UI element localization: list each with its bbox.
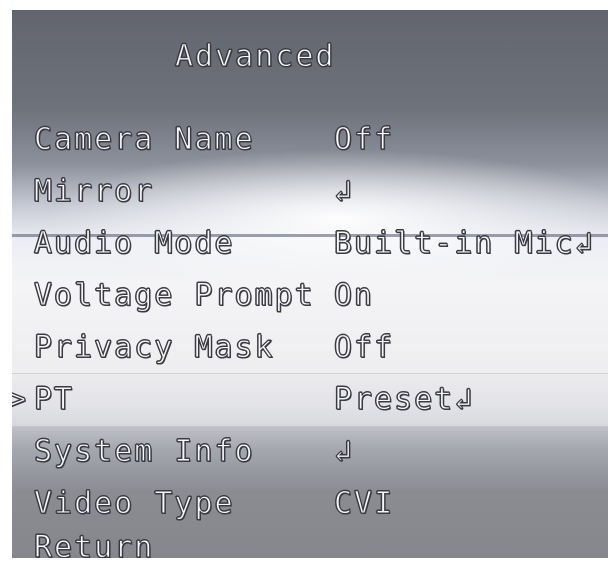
menu-title: Advanced [175, 39, 336, 75]
menu-item-audio-mode[interactable]: Audio Mode Built-in Mic↲ [12, 218, 608, 270]
menu-item-privacy-mask[interactable]: Privacy Mask Off [12, 322, 608, 374]
menu-item-value: CVI [333, 486, 395, 522]
menu-item-return[interactable]: Return [12, 522, 608, 559]
menu-item-voltage-prompt[interactable]: Voltage Prompt On [12, 270, 608, 322]
menu-item-label: Return [33, 530, 155, 559]
menu-item-label: System Info [34, 434, 255, 470]
menu-item-value: ↲ [333, 434, 355, 470]
menu-item-value: Off [333, 122, 395, 158]
menu-item-value: On [333, 278, 375, 314]
menu-item-label: Video Type [34, 486, 235, 522]
menu-item-value: Preset↲ [333, 382, 475, 418]
menu-item-system-info[interactable]: System Info ↲ [12, 426, 608, 478]
selection-cursor: > [12, 382, 29, 418]
menu-item-value: Built-in Mic↲ [334, 226, 595, 262]
menu-item-label: Audio Mode [34, 226, 235, 262]
menu-item-label: Mirror [33, 174, 155, 210]
menu-item-pt[interactable]: > PT Preset↲ [12, 373, 608, 427]
menu-item-value: ↲ [333, 174, 355, 210]
menu-item-label: Camera Name [34, 122, 255, 158]
menu-item-label: PT [33, 382, 75, 418]
menu-item-label: Privacy Mask [34, 330, 275, 366]
osd-screen: Advanced Camera Name Off Mirror ↲ Audio … [12, 10, 608, 558]
menu-item-mirror[interactable]: Mirror ↲ [12, 166, 608, 218]
menu-item-label: Voltage Prompt [34, 278, 315, 314]
menu-item-value: Off [333, 330, 395, 366]
menu-item-camera-name[interactable]: Camera Name Off [12, 114, 608, 166]
